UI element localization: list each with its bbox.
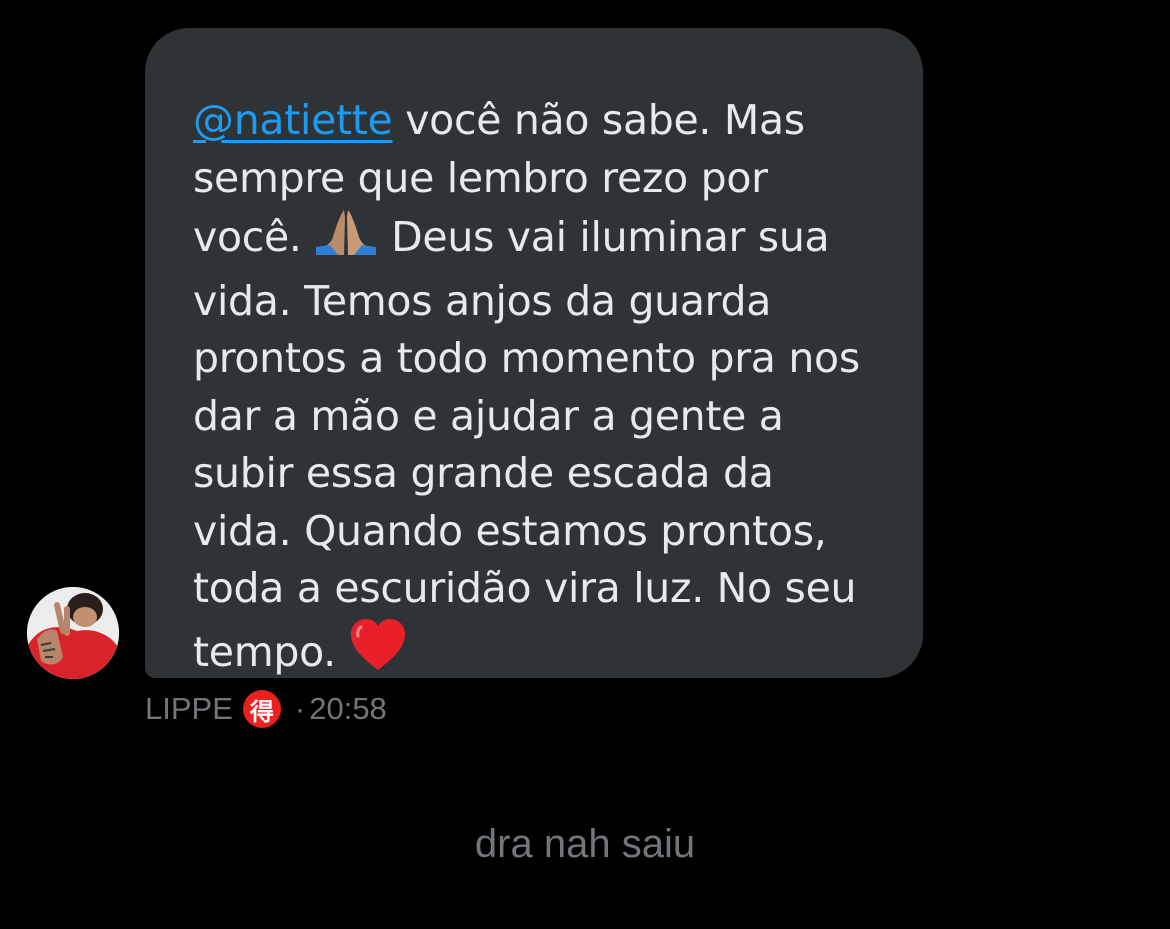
message-text: @natiette você não sabe. Mas sempre que …: [193, 92, 883, 687]
sender-badge: 得: [242, 690, 281, 728]
message-text-part-2: Deus vai iluminar sua vida. Temos anjos …: [193, 213, 860, 676]
message-bubble[interactable]: @natiette você não sabe. Mas sempre que …: [145, 28, 923, 678]
message-meta: LIPPE 得 · 20:58: [145, 688, 387, 730]
sender-name[interactable]: LIPPE: [145, 691, 233, 727]
avatar[interactable]: [27, 587, 119, 679]
red-heart-icon: [349, 618, 407, 688]
meta-separator: ·: [294, 691, 306, 726]
dm-conversation: @natiette você não sabe. Mas sempre que …: [0, 0, 1170, 929]
praying-hands-icon: [314, 207, 378, 273]
message-timestamp: 20:58: [309, 691, 387, 726]
conversation-status-note: dra nah saiu: [474, 822, 696, 866]
mention-link[interactable]: @natiette: [193, 96, 393, 144]
